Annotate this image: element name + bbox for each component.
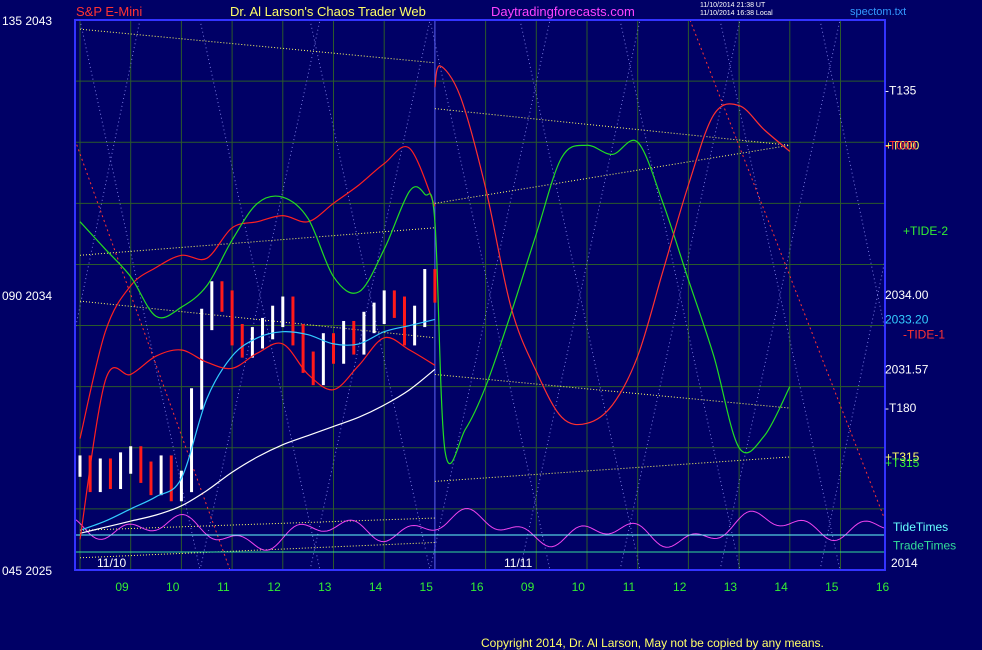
x-tick-label: 16 [470, 580, 484, 594]
line-label: -TIDE-1 [903, 328, 945, 342]
x-tick-label: 12 [267, 580, 281, 594]
date-label: 11/10 [97, 556, 126, 570]
plot-border [74, 19, 886, 571]
red-lattice-line [689, 20, 885, 521]
series-fast-average [79, 318, 436, 531]
x-tick-label: 09 [521, 580, 535, 594]
x-tick-label: 12 [673, 580, 687, 594]
year-label: 2014 [891, 556, 918, 570]
line-label: 2031.57 [885, 362, 929, 376]
channel-line [434, 108, 790, 146]
x-tick-label: 16 [876, 580, 890, 594]
x-tick-label: 09 [115, 580, 129, 594]
channel-line [79, 28, 435, 64]
y-axis-label: 090 2034 [2, 289, 52, 303]
channel-line [434, 456, 790, 482]
channel-line [79, 542, 435, 559]
line-label: -T180 [885, 401, 917, 415]
chaos-chart: 135 2043 090 2034 045 2025 09 10 11 12 13 14 15 16… [2, 14, 956, 594]
line-label: TideTimes [893, 520, 948, 534]
series-upper-band [79, 146, 436, 439]
x-tick-label: 14 [774, 580, 788, 594]
y-axis-label: 045 2025 [2, 564, 52, 578]
x-tick-label: 11 [623, 580, 636, 594]
line-label: 2033.20 [885, 312, 929, 326]
copyright-notice: Copyright 2014, Dr. Al Larson, May not b… [481, 636, 824, 650]
oscillator-line [75, 507, 885, 551]
x-tick-label: 10 [572, 580, 586, 594]
line-label: +T315 [885, 456, 920, 470]
x-tick-label: 13 [724, 580, 738, 594]
line-label: TradeTimes [893, 539, 956, 553]
line-label: +TIDE-2 [903, 224, 948, 238]
series--tide-1 [434, 65, 791, 426]
line-label: -T135 [885, 83, 917, 97]
x-tick-label: 15 [825, 580, 839, 594]
x-tick-label: 13 [318, 580, 332, 594]
line-label: -T000 [885, 138, 917, 152]
x-tick-label: 15 [420, 580, 434, 594]
red-lattice-line [75, 139, 231, 570]
x-tick-label: 14 [369, 580, 383, 594]
lattice-line [819, 20, 885, 331]
x-tick-label: 10 [166, 580, 180, 594]
date-label: 11/11 [504, 556, 533, 570]
x-tick-label: 11 [217, 580, 230, 594]
line-label: 2034.00 [885, 288, 929, 302]
y-axis-label: 135 2043 [2, 14, 52, 28]
plot-area [75, 20, 885, 570]
